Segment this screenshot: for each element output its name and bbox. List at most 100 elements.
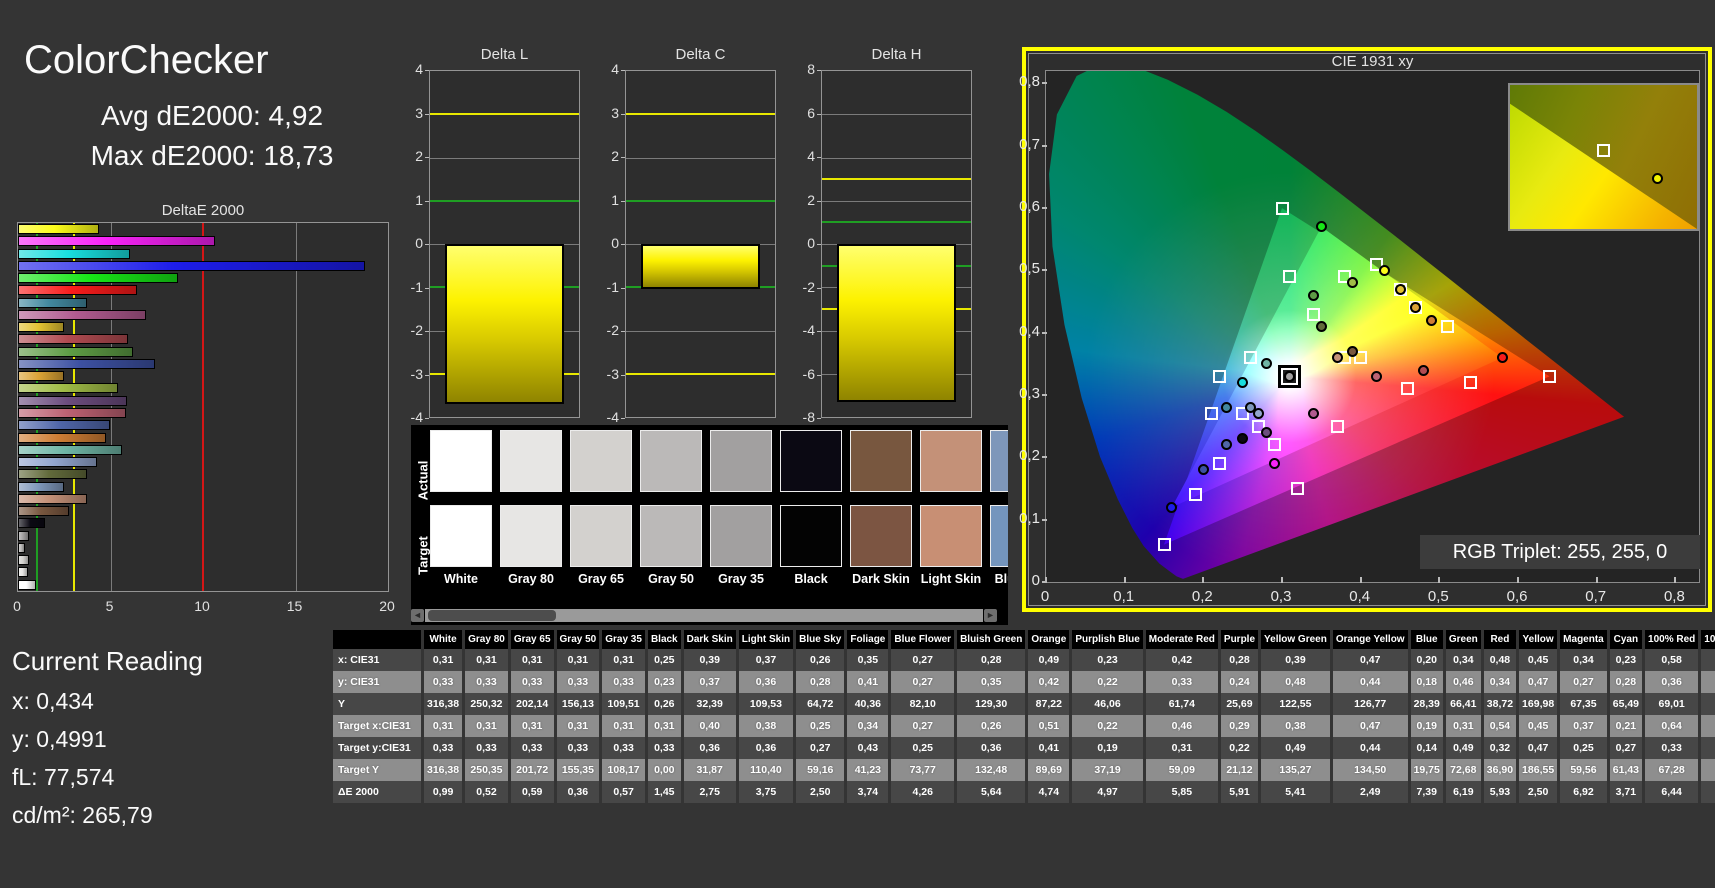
- target-swatch-white[interactable]: [430, 505, 492, 567]
- inset-target-square-marker: [1596, 144, 1610, 158]
- table-cell: 316,38: [424, 693, 463, 715]
- table-cell: 0,27: [891, 649, 955, 671]
- table-cell: 0,57: [602, 781, 645, 803]
- delta-green-reference-line: [430, 199, 579, 202]
- cie-x-tickmark: [1595, 577, 1598, 583]
- table-cell: 0,27: [891, 671, 955, 693]
- table-col-header: 100% Red: [1645, 630, 1699, 649]
- target-swatch-dark-skin[interactable]: [850, 505, 912, 567]
- target-swatch-black[interactable]: [780, 505, 842, 567]
- delta-y-tick-label: -6: [802, 365, 815, 382]
- swatch-scrollbar-right-arrow[interactable]: ►: [984, 609, 997, 622]
- delta-y-tickmark: [425, 418, 429, 419]
- table-cell: 0,25: [647, 649, 681, 671]
- table-cell: 122,55: [1261, 693, 1330, 715]
- actual-swatch-gray-65[interactable]: [570, 430, 632, 492]
- table-cell: 41,23: [847, 759, 889, 781]
- table-cell: 0,45: [1519, 649, 1558, 671]
- target-swatch-gray-50[interactable]: [640, 505, 702, 567]
- swatch-panel: Actual Target White Gray 80 Gray 65 Gray 50 Gr…: [411, 425, 1008, 625]
- swatch-label: Gray 80: [508, 572, 554, 586]
- table-cell: 186,55: [1519, 759, 1558, 781]
- table-cell: 82,10: [891, 693, 955, 715]
- target-swatch-gray-80[interactable]: [500, 505, 562, 567]
- target-swatch-gray-65[interactable]: [570, 505, 632, 567]
- table-cell: 0,30: [1701, 715, 1715, 737]
- delta-gridline: [822, 157, 971, 159]
- table-row-label: ΔE 2000: [333, 781, 421, 803]
- table-cell: 0,36: [1645, 671, 1699, 693]
- delta-y-tickmark: [425, 287, 429, 289]
- table-col-header: Foliage: [847, 630, 889, 649]
- deltae-bar-foliage: [18, 469, 88, 480]
- target-swatch-gray-35[interactable]: [710, 505, 772, 567]
- cie-target-square-blue: [1188, 488, 1202, 502]
- table-cell: 5,91: [1220, 781, 1259, 803]
- swatch-scrollbar-left-arrow[interactable]: ◄: [411, 609, 424, 622]
- delta-gridline: [822, 200, 971, 202]
- swatch-label: Light Skin: [920, 572, 982, 586]
- deltae-bar-green: [18, 346, 133, 357]
- table-cell: 2,75: [683, 781, 736, 803]
- delta-y-tickmark: [621, 200, 625, 202]
- table-cell: 0,51: [1028, 715, 1070, 737]
- table-cell: 0,33: [510, 737, 554, 759]
- table-cell: 0,25: [891, 737, 955, 759]
- table-cell: 0,28: [796, 671, 845, 693]
- deltae-bar-yellow: [18, 322, 65, 333]
- delta-yellow-reference-line: [430, 113, 579, 116]
- table-col-header: Bluish Green: [957, 630, 1026, 649]
- delta-y-tickmark: [621, 287, 625, 289]
- delta-chart-title: Delta H: [871, 46, 922, 63]
- table-cell: 316,38: [424, 759, 463, 781]
- actual-swatch-gray-50[interactable]: [640, 430, 702, 492]
- table-cell: 19,75: [1410, 759, 1443, 781]
- table-cell: 4,26: [891, 781, 955, 803]
- cie-measured-dot-orange: [1426, 314, 1437, 326]
- table-cell: 69,01: [1645, 693, 1699, 715]
- deltae-bar-purple: [18, 395, 128, 406]
- actual-swatch-gray-80[interactable]: [500, 430, 562, 492]
- actual-swatch-black[interactable]: [780, 430, 842, 492]
- table-cell: 5,41: [1261, 781, 1330, 803]
- table-cell: 0,38: [738, 715, 794, 737]
- cie-x-tick-label: 0,5: [1427, 588, 1449, 605]
- deltae-bar-100-yellow: [18, 224, 99, 234]
- table-cell: 108,17: [602, 759, 645, 781]
- table-cell: 4,97: [1072, 781, 1143, 803]
- target-swatch-light-skin[interactable]: [920, 505, 982, 567]
- delta-green-reference-line: [822, 221, 971, 224]
- table-cell: 0,38: [1261, 715, 1330, 737]
- actual-swatch-light-skin[interactable]: [920, 430, 982, 492]
- deltae-bar-blue-sky: [18, 481, 65, 492]
- table-cell: 0,34: [1483, 671, 1517, 693]
- deltae-bar-blue-flower: [18, 457, 97, 468]
- delta-y-tickmark: [425, 70, 429, 71]
- rgb-triplet-readout: RGB Triplet: 255, 255, 0: [1420, 535, 1700, 569]
- delta-y-tickmark: [425, 374, 429, 376]
- table-cell: 0,24: [1220, 671, 1259, 693]
- cie-target-square-foliage: [1306, 307, 1320, 321]
- actual-swatch-white[interactable]: [430, 430, 492, 492]
- cie-target-square-cyan: [1204, 407, 1218, 421]
- actual-swatch-gray-35[interactable]: [710, 430, 772, 492]
- delta-l-chart: [429, 70, 580, 418]
- colorchecker-screen: ColorChecker Avg dE2000: 4,92 Max dE2000…: [0, 0, 1715, 888]
- table-cell: 0,19: [1410, 715, 1443, 737]
- table-cell: 0,33: [465, 737, 508, 759]
- table-cell: 110,40: [738, 759, 794, 781]
- table-col-header: Gray 65: [510, 630, 554, 649]
- delta-y-tickmark: [425, 157, 429, 158]
- table-col-header: White: [424, 630, 463, 649]
- table-cell: 0,39: [1261, 649, 1330, 671]
- delta-y-tickmark: [817, 113, 821, 115]
- swatch-scrollbar-thumb[interactable]: [428, 610, 556, 621]
- table-row-label: x: CIE31: [333, 649, 421, 671]
- table-cell: 73,77: [891, 759, 955, 781]
- swatch-scrollbar-track[interactable]: [425, 609, 983, 622]
- actual-swatch-dark-skin[interactable]: [850, 430, 912, 492]
- table-col-header: Cyan: [1609, 630, 1643, 649]
- deltae-bar-dark-skin: [18, 506, 69, 517]
- table-cell: 169,98: [1519, 693, 1558, 715]
- table-col-header: Green: [1445, 630, 1481, 649]
